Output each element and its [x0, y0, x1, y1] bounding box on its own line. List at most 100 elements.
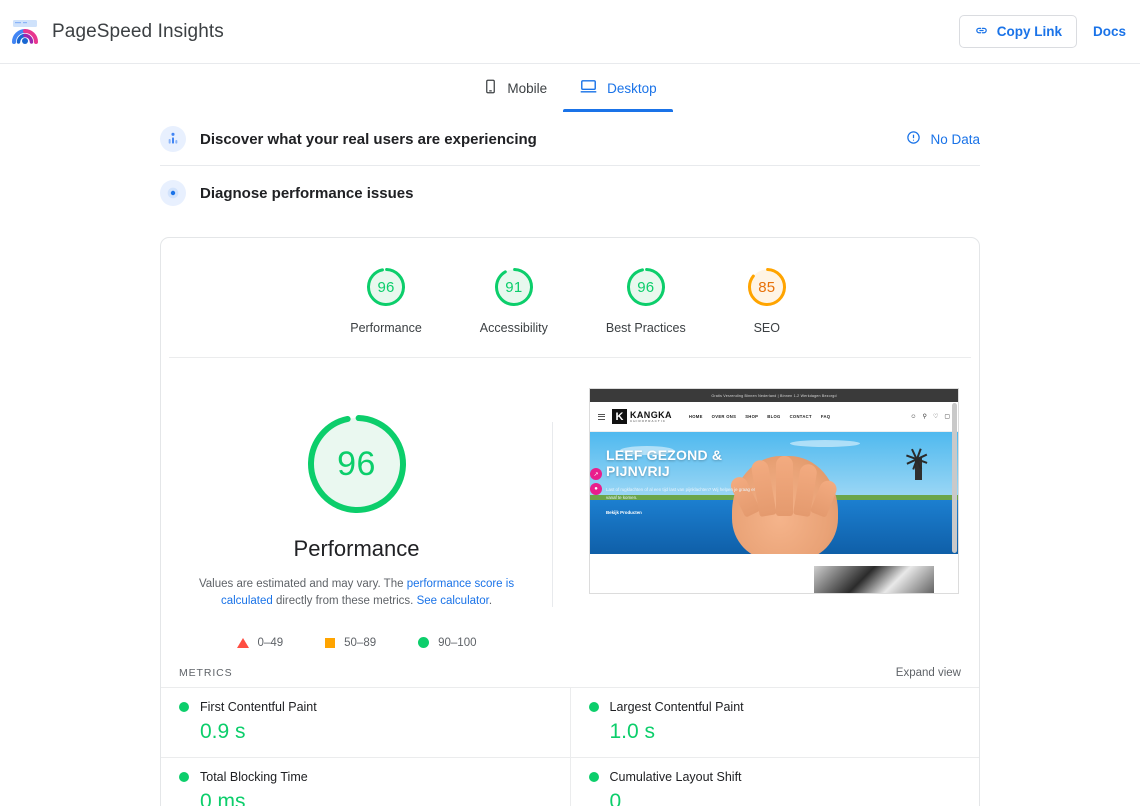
metric-label: Total Blocking Time [200, 769, 308, 784]
metric-status-dot [179, 701, 189, 712]
legend-label-fail: 0–49 [257, 636, 284, 649]
expand-view-button[interactable]: Expand view [896, 667, 961, 679]
site-menu-icon [598, 413, 605, 420]
pagespeed-gauge-logo-icon [10, 17, 40, 47]
info-circle-icon [906, 130, 921, 148]
site-nav-item-home: HOME [688, 414, 703, 419]
site-nav-icons: ☺ ⚲ ♡ ▢ [910, 413, 950, 421]
legend-item-pass: 90–100 [418, 636, 477, 649]
gauge-accessibility-value: 91 [505, 278, 523, 296]
lab-data-title: Diagnose performance issues [200, 184, 414, 202]
see-calculator-link[interactable]: See calculator [417, 595, 489, 607]
category-score-performance[interactable]: 96 Performance [350, 264, 422, 335]
hero-subtitle: Last of rugklachten of al een tijd last … [606, 487, 756, 500]
site-announcement-bar: Gratis Verzending Binnen Nederland | Bin… [590, 389, 958, 402]
gauge-performance-label: Performance [350, 321, 422, 335]
final-screenshot[interactable]: Gratis Verzending Binnen Nederland | Bin… [589, 388, 959, 594]
metric-label: First Contentful Paint [200, 699, 317, 714]
report-detail: 96 Performance Values are estimated and … [161, 358, 979, 649]
metrics-column-right: Largest Contentful Paint 1.0 s Cumulativ… [570, 686, 979, 806]
triangle-red-icon [236, 637, 249, 648]
score-legend: 0–49 50–89 90–100 [236, 636, 477, 649]
mobile-phone-icon [483, 78, 498, 98]
category-score-row: 96 Performance 91 Accessibility 96 Best … [169, 238, 971, 358]
hero-cloud-2 [790, 440, 860, 447]
users-chart-icon [160, 126, 186, 152]
legend-item-average: 50–89 [325, 637, 376, 649]
page-title: PageSpeed Insights [52, 20, 224, 42]
desktop-monitor-icon [579, 78, 598, 98]
circle-green-icon [418, 637, 430, 648]
site-navbar: K KANGKA CHIROPRACTIC HOME OVER ONS SHOP… [590, 402, 958, 432]
hero-side-buttons: ↗ ● [590, 468, 602, 498]
gauge-seo: 85 [744, 264, 790, 310]
page-body: Discover what your real users are experi… [0, 112, 1140, 806]
big-performance-gauge: 96 [303, 410, 411, 518]
big-performance-gauge-value: 96 [337, 444, 376, 483]
hero-text: LEEF GEZOND & PIJNVRIJ Last of rugklacht… [606, 447, 756, 516]
metric-status-dot [588, 701, 599, 712]
metric-label: Largest Contentful Paint [609, 699, 744, 714]
site-chat-icon: ● [590, 483, 602, 495]
metric-label: Cumulative Layout Shift [609, 769, 742, 784]
metrics-section-label: METRICS [179, 666, 233, 679]
perf-desc-part1: Values are estimated and may vary. The [198, 578, 407, 590]
tab-mobile-label: Mobile [507, 80, 548, 96]
metric-largest-contentful-paint[interactable]: Largest Contentful Paint 1.0 s [570, 686, 979, 757]
site-nav-item-contact: CONTACT [789, 414, 812, 419]
legend-label-pass: 90–100 [438, 636, 477, 649]
tab-desktop[interactable]: Desktop [563, 64, 673, 112]
site-nav-item-shop: SHOP [745, 414, 759, 419]
perf-desc-part2: directly from these metrics. [272, 595, 417, 608]
gauge-performance-value: 96 [377, 278, 395, 296]
link-icon [974, 23, 989, 41]
gauge-accessibility: 91 [491, 264, 537, 310]
site-product-image [814, 566, 934, 593]
metrics-header: METRICS Expand view [161, 649, 979, 687]
metric-first-contentful-paint[interactable]: First Contentful Paint 0.9 s [161, 686, 570, 757]
metric-total-blocking-time[interactable]: Total Blocking Time 0 ms [161, 756, 570, 806]
site-nav-items: HOME OVER ONS SHOP BLOG CONTACT FAQ [689, 414, 830, 419]
field-data-title: Discover what your real users are experi… [200, 130, 537, 148]
docs-link[interactable]: Docs [1093, 24, 1126, 39]
metric-status-dot [588, 771, 599, 782]
square-orange-icon [325, 637, 336, 648]
category-score-best-practices[interactable]: 96 Best Practices [606, 264, 686, 335]
category-score-accessibility[interactable]: 91 Accessibility [480, 264, 548, 335]
section-lab-data: Diagnose performance issues [160, 166, 980, 219]
tab-mobile[interactable]: Mobile [467, 64, 563, 112]
gauge-seo-label: SEO [753, 321, 780, 335]
metric-value: 0 ms [200, 789, 246, 806]
hero-title-line2: PIJNVRIJ [606, 462, 670, 479]
gauge-seo-value: 85 [758, 278, 776, 296]
gauge-best-practices-label: Best Practices [605, 321, 686, 335]
legend-label-average: 50–89 [344, 636, 377, 649]
site-search-icon: ⚲ [922, 414, 927, 420]
metric-status-dot [179, 771, 189, 782]
copy-link-button[interactable]: Copy Link [958, 15, 1077, 48]
no-data-status[interactable]: No Data [906, 130, 980, 148]
metric-cumulative-layout-shift[interactable]: Cumulative Layout Shift 0 [570, 756, 979, 806]
gauge-accessibility-label: Accessibility [479, 321, 548, 335]
site-share-icon: ↗ [590, 468, 602, 480]
site-nav-item-blog: BLOG [767, 414, 781, 419]
hero-cta-label: Bekijk Producten [606, 510, 642, 516]
section-field-data: Discover what your real users are experi… [160, 112, 980, 166]
tab-desktop-label: Desktop [607, 80, 657, 96]
performance-title: Performance [293, 536, 420, 561]
gauge-performance: 96 [363, 264, 409, 310]
metric-value: 0 [609, 789, 622, 806]
lighthouse-report-card: 96 Performance 91 Accessibility 96 Best … [160, 237, 980, 806]
site-brand-sub: CHIROPRACTIC [630, 418, 667, 423]
performance-summary: 96 Performance Values are estimated and … [161, 388, 552, 649]
performance-description: Values are estimated and may vary. The p… [184, 576, 529, 611]
site-hero: ↗ ● LEEF GEZOND & PIJNVRIJ Last of rugkl… [590, 432, 958, 554]
screenshot-scrollbar[interactable] [952, 403, 957, 553]
gauge-best-practices: 96 [623, 264, 669, 310]
site-nav-item-over-ons: OVER ONS [711, 414, 737, 419]
site-wishlist-icon: ♡ [932, 414, 939, 420]
app-header: PageSpeed Insights Copy Link Docs [0, 0, 1140, 64]
site-nav-item-faq: FAQ [820, 414, 831, 419]
category-score-seo[interactable]: 85 SEO [744, 264, 790, 335]
no-data-label: No Data [930, 131, 980, 147]
